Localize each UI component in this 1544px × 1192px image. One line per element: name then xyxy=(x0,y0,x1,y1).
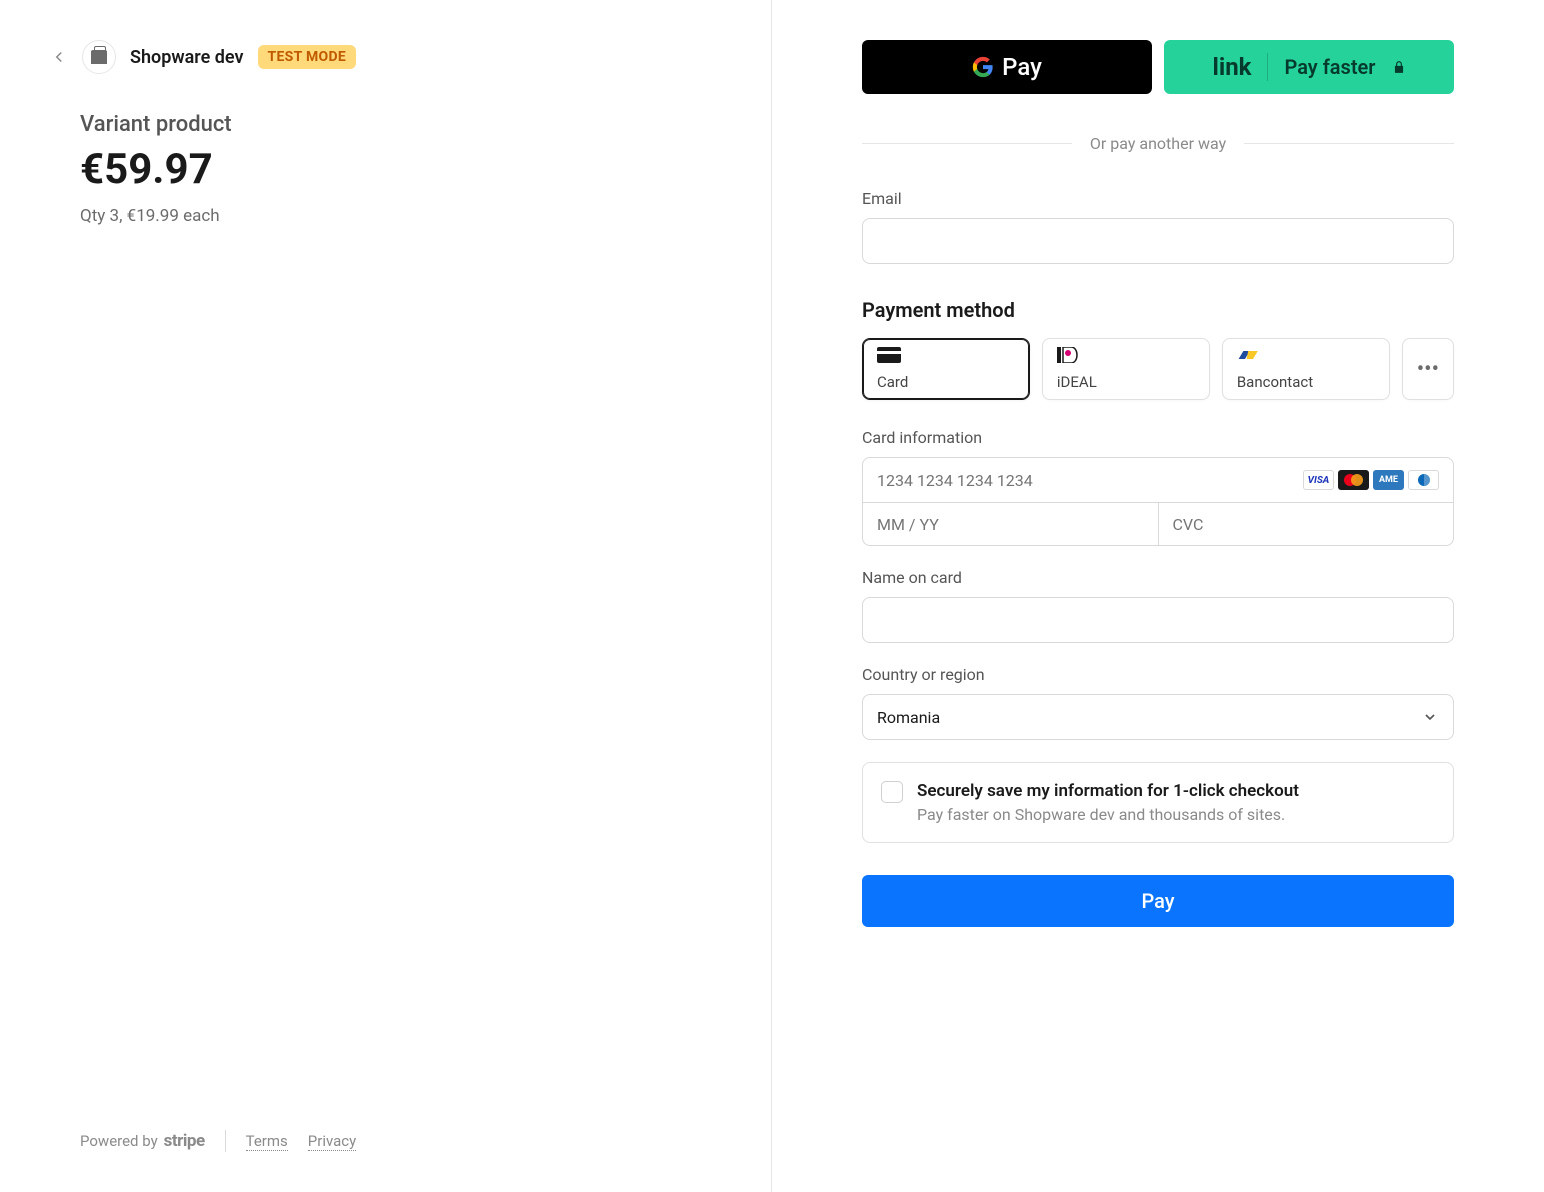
amex-icon: AME xyxy=(1373,470,1404,490)
lock-icon xyxy=(1392,59,1406,75)
card-cvc-field[interactable] xyxy=(1159,503,1454,545)
bancontact-icon xyxy=(1237,347,1261,363)
footer-divider xyxy=(225,1130,226,1152)
payment-tab-card-label: Card xyxy=(877,373,1015,391)
name-on-card-label: Name on card xyxy=(862,568,1454,587)
order-total: €59.97 xyxy=(80,145,721,194)
card-expiry-field[interactable] xyxy=(863,503,1159,545)
save-info-title: Securely save my information for 1-click… xyxy=(917,781,1299,801)
back-arrow-icon[interactable] xyxy=(50,48,68,66)
alt-payment-divider: Or pay another way xyxy=(862,134,1454,153)
google-icon xyxy=(972,56,994,78)
link-pay-label: Pay faster xyxy=(1284,55,1375,79)
powered-by-text: Powered by xyxy=(80,1132,158,1150)
payment-tab-ideal[interactable]: iDEAL xyxy=(1042,338,1210,400)
card-brand-logos: VISA AME xyxy=(1303,470,1439,490)
link-pay-button[interactable]: link Pay faster xyxy=(1164,40,1454,94)
save-info-checkbox[interactable] xyxy=(881,781,903,803)
payment-tab-ideal-label: iDEAL xyxy=(1057,373,1195,391)
left-footer: Powered by stripe Terms Privacy xyxy=(80,1130,356,1152)
payment-tab-bancontact[interactable]: Bancontact xyxy=(1222,338,1390,400)
privacy-link[interactable]: Privacy xyxy=(308,1132,356,1151)
payment-tab-more[interactable]: ••• xyxy=(1402,338,1454,400)
product-name: Variant product xyxy=(80,112,721,137)
merchant-name: Shopware dev xyxy=(130,47,244,68)
google-pay-button[interactable]: Pay xyxy=(862,40,1152,94)
card-icon xyxy=(877,347,901,363)
save-info-subtitle: Pay faster on Shopware dev and thousands… xyxy=(917,805,1299,824)
country-label: Country or region xyxy=(862,665,1454,684)
save-info-box[interactable]: Securely save my information for 1-click… xyxy=(862,762,1454,843)
merchant-avatar xyxy=(82,40,116,74)
order-qty-line: Qty 3, €19.99 each xyxy=(80,206,721,226)
email-field[interactable] xyxy=(862,218,1454,264)
payment-tab-card[interactable]: Card xyxy=(862,338,1030,400)
more-icon: ••• xyxy=(1417,357,1439,382)
payment-tab-bancontact-label: Bancontact xyxy=(1237,373,1375,391)
country-select[interactable]: Romania xyxy=(862,694,1454,740)
terms-link[interactable]: Terms xyxy=(246,1132,288,1151)
stripe-logo: stripe xyxy=(164,1131,205,1151)
card-number-field[interactable] xyxy=(877,471,1303,490)
ideal-icon xyxy=(1057,347,1081,363)
gpay-label: Pay xyxy=(1002,53,1042,81)
link-separator xyxy=(1267,53,1268,81)
divider-text: Or pay another way xyxy=(1090,134,1226,153)
visa-icon: VISA xyxy=(1303,470,1334,490)
test-mode-badge: TEST MODE xyxy=(258,45,357,69)
link-logo: link xyxy=(1212,53,1251,81)
diners-icon xyxy=(1408,470,1439,490)
pay-button[interactable]: Pay xyxy=(862,875,1454,927)
card-info-label: Card information xyxy=(862,428,1454,447)
order-summary-pane: Shopware dev TEST MODE Variant product €… xyxy=(0,0,772,1192)
name-on-card-field[interactable] xyxy=(862,597,1454,643)
payment-method-title: Payment method xyxy=(862,298,1454,322)
mastercard-icon xyxy=(1338,470,1369,490)
payment-form-pane: Pay link Pay faster Or pay another way E… xyxy=(772,0,1544,1192)
email-label: Email xyxy=(862,189,1454,208)
